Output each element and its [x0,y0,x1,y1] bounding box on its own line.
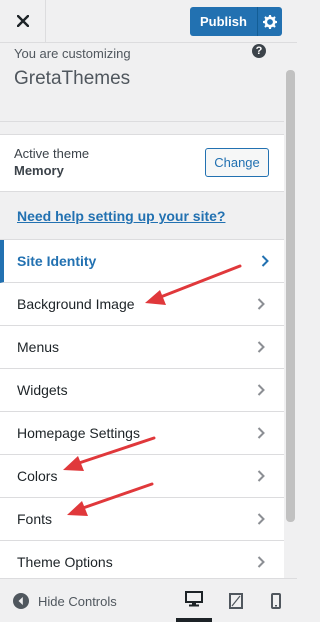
change-theme-button[interactable]: Change [205,148,269,177]
help-link[interactable]: Need help setting up your site? [17,208,225,224]
menu-item-label: Background Image [17,296,135,312]
mobile-preview-button[interactable] [258,579,294,622]
active-theme-section: Active theme Memory Change [0,134,284,192]
hide-controls-button[interactable]: Hide Controls [12,592,117,610]
menu-item-theme-options[interactable]: Theme Options [0,541,284,578]
close-icon [16,15,29,27]
tablet-icon [229,592,243,609]
theme-name: Memory [14,163,64,178]
chevron-right-icon [257,384,265,396]
hide-controls-label: Hide Controls [38,593,117,609]
gear-icon [263,14,278,29]
mobile-icon [271,592,281,609]
chevron-right-icon [257,298,265,310]
chevron-right-icon [257,470,265,482]
menu-item-label: Colors [17,468,58,484]
section-menu: Site Identity Background Image Menus Wid… [0,240,284,578]
help-link-section: Need help setting up your site? [0,192,284,240]
menu-item-widgets[interactable]: Widgets [0,369,284,412]
menu-item-colors[interactable]: Colors [0,455,284,498]
menu-item-menus[interactable]: Menus [0,326,284,369]
customizer-footer: Hide Controls [0,578,297,622]
desktop-icon [185,590,203,606]
customizer-panel: You are customizing GretaThemes ? Active… [0,43,284,578]
menu-item-fonts[interactable]: Fonts [0,498,284,541]
publish-button-group: Publish [190,7,282,36]
customize-info: You are customizing GretaThemes ? [0,43,284,122]
help-icon[interactable]: ? [252,44,266,58]
menu-item-label: Widgets [17,382,68,398]
menu-item-homepage-settings[interactable]: Homepage Settings [0,412,284,455]
chevron-right-icon [257,513,265,525]
close-button[interactable] [0,0,46,42]
menu-item-label: Fonts [17,511,53,527]
tablet-preview-button[interactable] [218,579,254,622]
menu-item-label: Site Identity [17,253,97,269]
site-name: GretaThemes [14,68,131,89]
menu-item-label: Homepage Settings [17,425,140,441]
chevron-right-icon [257,427,265,439]
desktop-preview-button[interactable] [176,579,212,622]
customizer-header: Publish [0,0,297,43]
chevron-right-icon [257,556,265,568]
menu-item-site-identity[interactable]: Site Identity [0,240,284,283]
customizing-label: You are customizing [14,46,131,61]
publish-settings-button[interactable] [257,7,282,36]
collapse-icon [13,593,29,609]
chevron-right-icon [261,255,269,267]
menu-item-label: Menus [17,339,60,355]
menu-item-background-image[interactable]: Background Image [0,283,284,326]
publish-button[interactable]: Publish [190,14,257,29]
menu-item-label: Theme Options [17,554,113,570]
scrollbar-thumb[interactable] [286,70,295,522]
active-theme-label: Active theme [14,146,90,161]
chevron-right-icon [257,341,265,353]
